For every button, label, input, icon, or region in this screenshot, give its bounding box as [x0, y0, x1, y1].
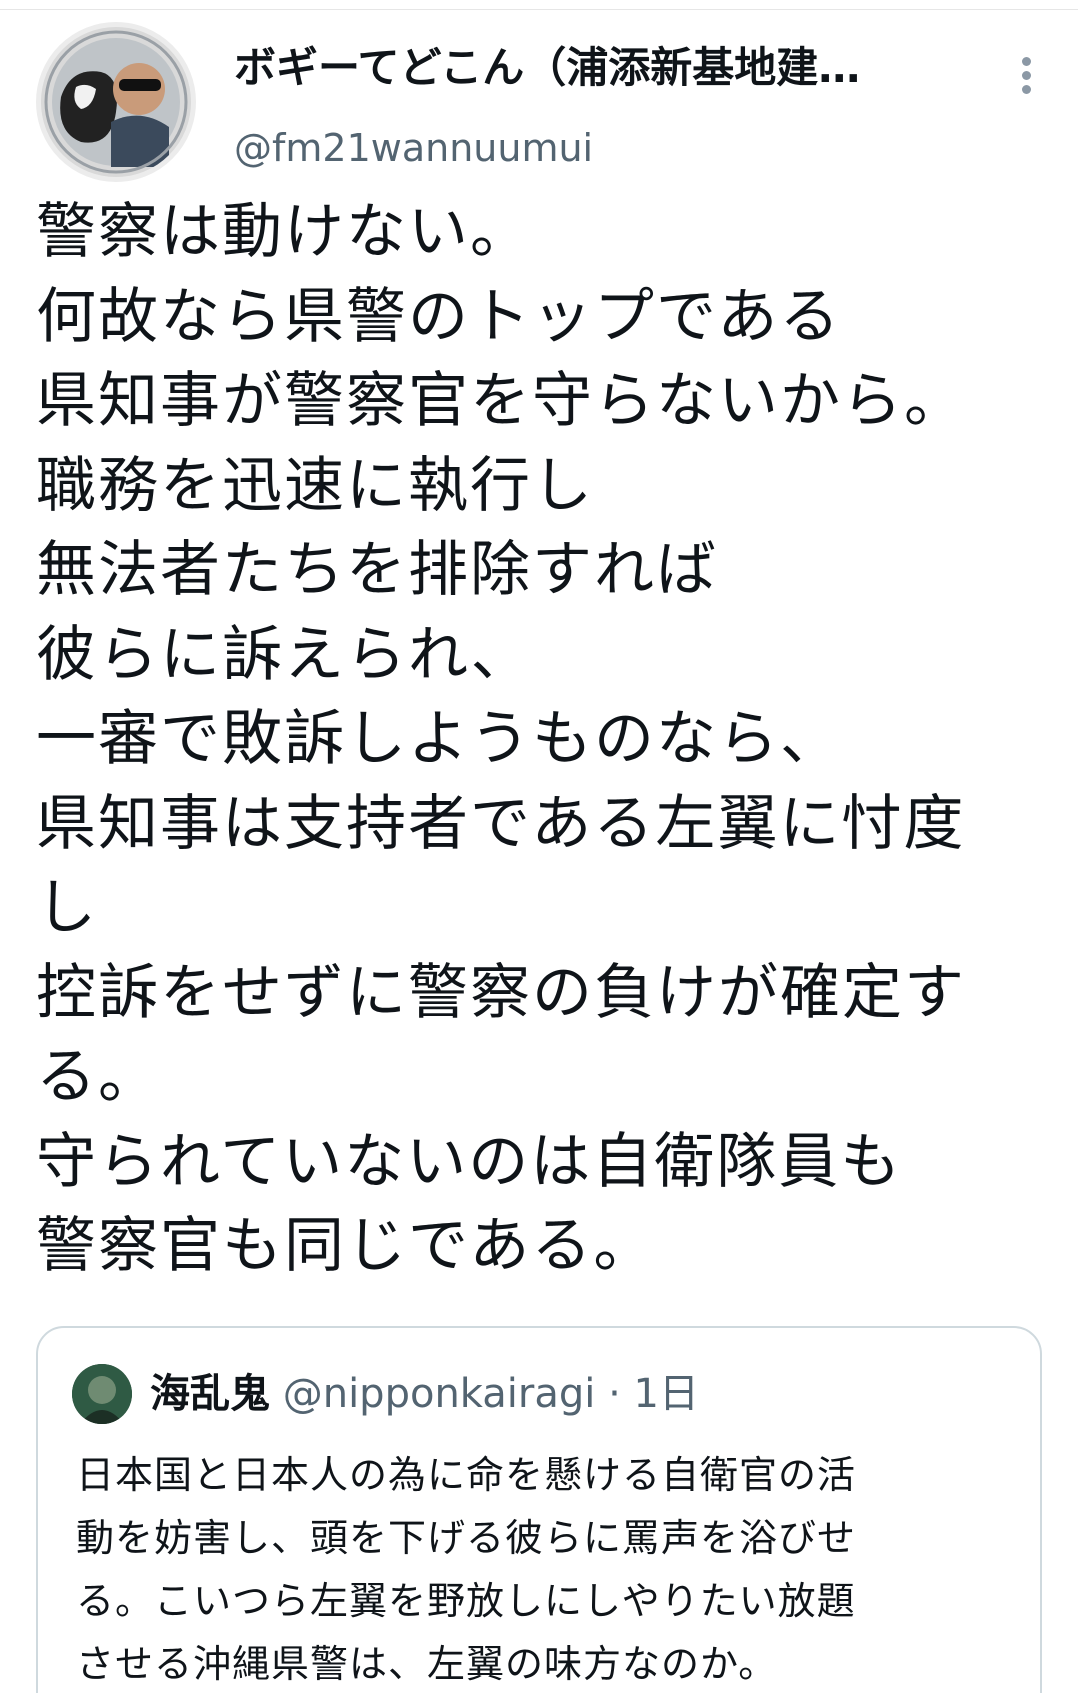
tweet-line: 県知事は支持者である左翼に忖度 [36, 788, 966, 859]
more-options-icon[interactable] [1008, 52, 1044, 112]
tweet-line: 警察は動けない。 [36, 197, 532, 267]
quoted-author-avatar[interactable] [72, 1364, 132, 1424]
top-divider [0, 0, 1078, 10]
author-avatar-image [41, 27, 191, 177]
tweet-line: 守られていないのは自衛隊員も [36, 1126, 903, 1197]
tweet-line: 何故なら県警のトップである [36, 281, 842, 352]
quoted-tweet-header: 海乱鬼 @nipponkairagi · 1日 [72, 1364, 972, 1424]
tweet-line: 職務を迅速に執行し [36, 450, 594, 521]
quoted-author-name[interactable]: 海乱鬼 [150, 1371, 270, 1417]
quoted-tweet-time[interactable]: 1日 [634, 1371, 699, 1417]
author-handle[interactable]: @fm21wannuumui [234, 122, 954, 174]
tweet-line: 彼らに訴えられ、 [36, 619, 533, 690]
tweet-line: し [36, 873, 98, 943]
quoted-tweet-text: 日本国と日本人の為に命を懸ける自衛官の活 動を妨害し、頭を下げる彼らに罵声を浴び… [76, 1444, 1016, 1693]
quoted-author-handle[interactable]: @nipponkairagi [283, 1371, 596, 1417]
tweet-page: ボギーてどこん（浦添新基地建… @fm21wannuumui 警察は動けない。 … [0, 0, 1078, 1693]
meta-separator: · [608, 1371, 621, 1417]
tweet-line: 一審で敗訴しようものなら、 [36, 704, 842, 774]
quoted-line: させる沖縄県警は、左翼の味方なのか。 [76, 1642, 778, 1686]
tweet-line: 県知事が警察官を守らないから。 [36, 366, 966, 436]
tweet-line: る。 [36, 1042, 160, 1112]
quoted-line: る。こいつら左翼を野放しにしやりたい放題 [76, 1579, 856, 1623]
more-dot [1021, 57, 1031, 66]
quoted-line: 動を妨害し、頭を下げる彼らに罵声を浴びせ [76, 1516, 857, 1560]
quoted-author-meta: 海乱鬼 @nipponkairagi · 1日 [150, 1364, 699, 1424]
quoted-avatar-image [72, 1364, 132, 1424]
tweet-line: 無法者たちを排除すれば [36, 535, 718, 605]
more-dot [1021, 85, 1031, 94]
tweet-text: 警察は動けない。 何故なら県警のトップである 県知事が警察官を守らないから。 職… [36, 190, 1046, 1289]
quoted-tweet-card[interactable]: 海乱鬼 @nipponkairagi · 1日 日本国と日本人の為に命を懸ける自… [36, 1326, 1042, 1693]
quoted-line: 日本国と日本人の為に命を懸ける自衛官の活 [76, 1453, 857, 1497]
tweet-line: 警察官も同じである。 [36, 1211, 656, 1281]
author-info: ボギーてどこん（浦添新基地建… @fm21wannuumui [234, 40, 954, 174]
author-display-name[interactable]: ボギーてどこん（浦添新基地建… [234, 40, 954, 96]
more-dot [1021, 71, 1031, 80]
tweet-line: 控訴をせずに警察の負けが確定す [36, 957, 966, 1028]
author-avatar[interactable] [36, 22, 196, 182]
tweet-header: ボギーてどこん（浦添新基地建… @fm21wannuumui [36, 22, 1046, 182]
